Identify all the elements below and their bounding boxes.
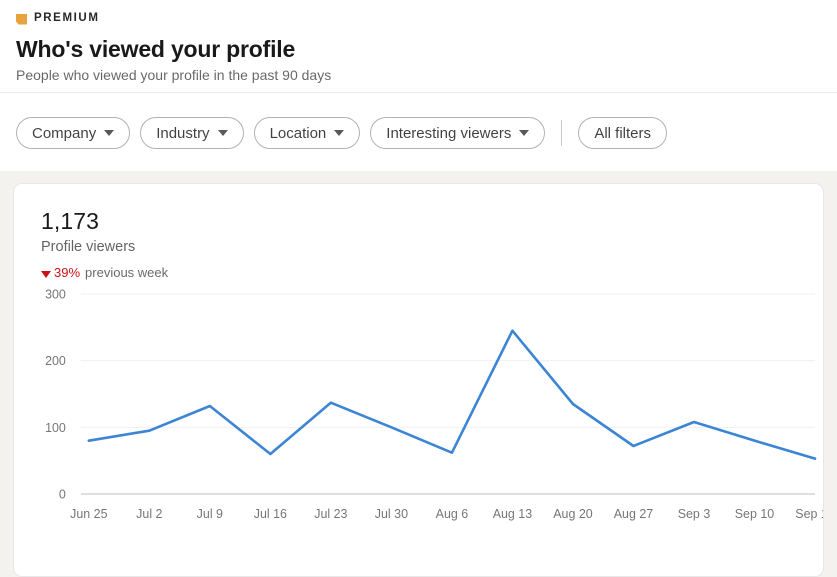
chart-y-tick-label: 300 (45, 287, 66, 301)
chevron-down-icon (217, 130, 228, 136)
all-filters-label: All filters (594, 124, 652, 142)
chart-svg: 0100200300 Jun 25 Jul 2 Jul 9 Jul 16 Jul 23 J… (45, 287, 823, 521)
profile-viewers-card: 1,173 Profile viewers 39% previous week … (13, 183, 824, 577)
chevron-down-icon (334, 130, 345, 136)
filter-bar: Company Industry Location Interesting vi… (0, 93, 837, 171)
all-filters-button[interactable]: All filters (578, 117, 668, 149)
chart-x-tick-label: Jul 2 (136, 507, 162, 521)
page-body: 1,173 Profile viewers 39% previous week … (0, 171, 837, 577)
filter-pill-company-label: Company (32, 124, 97, 142)
premium-label: PREMIUM (34, 12, 100, 25)
profile-viewers-count: 1,173 (41, 208, 100, 234)
chart-x-tick-label: Jul 16 (254, 507, 287, 521)
chart-x-tick-label: Aug 20 (553, 507, 593, 521)
chart-x-tick-label: Jul 23 (314, 507, 347, 521)
profile-viewers-label: Profile viewers (41, 238, 136, 255)
chart-x-tick-label: Jun 25 (70, 507, 107, 521)
filter-pill-industry[interactable]: Industry (140, 117, 244, 149)
profile-viewers-delta: 39% previous week (41, 265, 823, 282)
page-header: PREMIUM Who's viewed your profile People… (0, 0, 837, 93)
chart-x-axis: Jun 25 Jul 2 Jul 9 Jul 16 Jul 23 Jul 30 Aug 6 A… (70, 507, 823, 521)
filter-pill-interesting-viewers[interactable]: Interesting viewers (370, 117, 546, 149)
chart-y-tick-label: 200 (45, 354, 66, 368)
chart-y-tick-label: 0 (59, 487, 66, 501)
filter-divider (561, 120, 563, 146)
page-subtitle: People who viewed your profile in the pa… (16, 67, 332, 84)
filter-pill-company[interactable]: Company (16, 117, 131, 149)
stats-block: 1,173 Profile viewers 39% previous week (14, 208, 823, 282)
triangle-down-icon (41, 270, 51, 278)
chevron-down-icon (104, 130, 115, 136)
chevron-down-icon (519, 130, 530, 136)
premium-badge-icon (16, 13, 27, 25)
chart-y-tick-label: 100 (45, 421, 66, 435)
chart-x-tick-label: Sep 10 (735, 507, 775, 521)
chart-x-tick-label: Aug 13 (493, 507, 533, 521)
chart-grid (80, 293, 816, 495)
chart-x-tick-label: Aug 27 (614, 507, 654, 521)
chart-series-line (87, 329, 817, 460)
chart-x-tick-label: Sep 3 (678, 507, 711, 521)
chart-x-tick-label: Jul 30 (375, 507, 408, 521)
delta-percent: 39% (54, 264, 81, 280)
chart-y-axis: 0 100 200 300 (45, 287, 66, 501)
page-title: Who's viewed your profile (16, 36, 296, 62)
profile-viewers-chart: 0 100 200 300 Jun 25 Jul 2 Jul 9 Jul 16 Jul 23 J… (14, 282, 823, 532)
filter-pill-location-label: Location (269, 124, 327, 142)
chart-x-tick-label: Jul 9 (197, 507, 223, 521)
delta-period-label: previous week (85, 264, 169, 280)
premium-badge-row: PREMIUM (16, 12, 821, 26)
filter-pill-interesting-viewers-label: Interesting viewers (386, 124, 512, 142)
chart-x-tick-label: Sep 17 (795, 507, 823, 521)
chart-x-tick-label: Aug 6 (436, 507, 469, 521)
filter-pill-industry-label: Industry (156, 124, 210, 142)
filter-pill-location[interactable]: Location (253, 117, 361, 149)
